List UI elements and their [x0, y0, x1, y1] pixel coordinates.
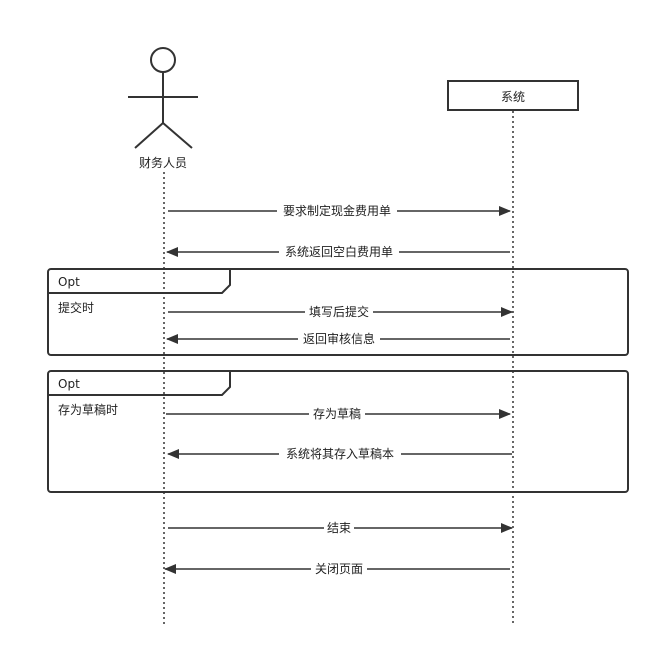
system-participant: 系统 [447, 80, 579, 111]
fragment-guard: 存为草稿时 [58, 402, 118, 417]
message-7: 结束 [168, 520, 513, 536]
message-label: 要求制定现金费用单 [283, 203, 391, 218]
message-label: 填写后提交 [309, 304, 369, 319]
stick-figure-icon [128, 47, 198, 149]
message-label: 结束 [327, 521, 351, 535]
sequence-diagram: 财务人员 系统 Opt 提交时 Opt 存为草稿时 要求制定现金费用单 系统返回… [0, 0, 660, 659]
actor-participant: 财务人员 [128, 47, 198, 170]
message-label: 关闭页面 [315, 562, 363, 576]
actor-label: 财务人员 [139, 155, 187, 170]
message-2: 系统返回空白费用单 [166, 244, 510, 260]
message-1: 要求制定现金费用单 [168, 203, 511, 219]
message-6: 系统将其存入草稿本 [167, 446, 512, 462]
fragment-operator: Opt [58, 275, 80, 289]
fragment-guard: 提交时 [58, 300, 94, 315]
fragment-frame [47, 370, 629, 493]
message-label: 存为草稿 [313, 406, 361, 421]
message-label: 系统返回空白费用单 [285, 244, 393, 259]
message-label: 返回审核信息 [303, 331, 375, 346]
message-4: 返回审核信息 [166, 331, 510, 347]
message-8: 关闭页面 [164, 561, 510, 577]
fragment-operator: Opt [58, 377, 80, 391]
fragment-opt-draft: Opt 存为草稿时 [47, 370, 629, 493]
message-3: 填写后提交 [168, 304, 513, 320]
system-label: 系统 [501, 90, 525, 104]
message-5: 存为草稿 [166, 406, 511, 422]
message-label: 系统将其存入草稿本 [286, 446, 394, 461]
